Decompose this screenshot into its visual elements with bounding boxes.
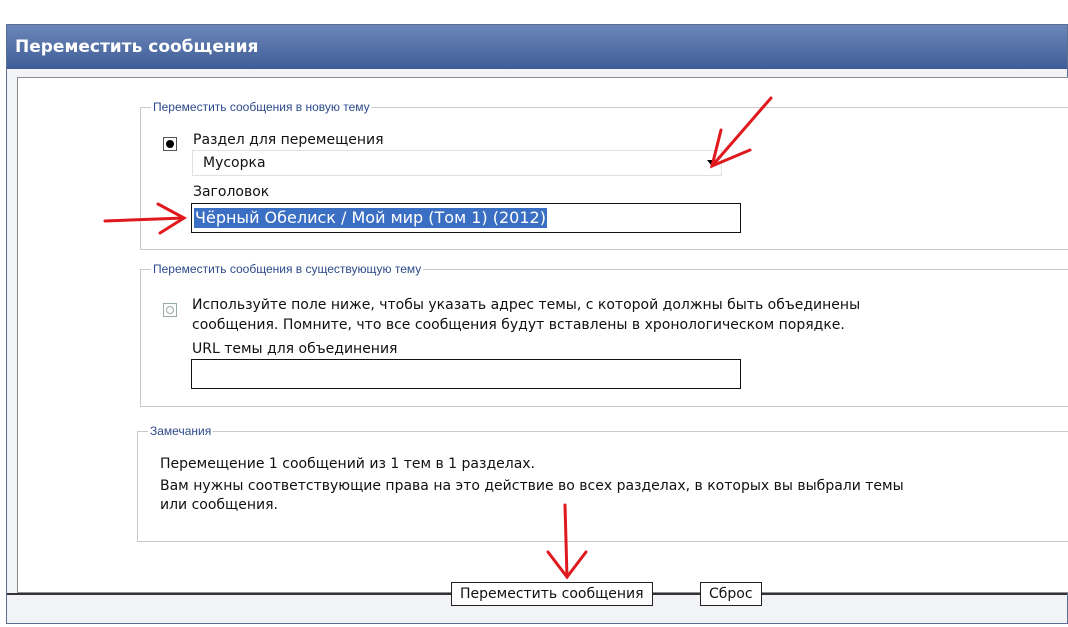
title-input[interactable]: Чёрный Обелиск / Мой мир (Том 1) (2012) <box>191 203 741 233</box>
chevron-down-icon <box>707 160 715 165</box>
radio-unselected-ring <box>166 306 174 314</box>
radio-selected-dot <box>166 140 174 148</box>
existing-topic-description-1: Используйте поле ниже, чтобы указать адр… <box>192 297 861 313</box>
existing-topic-description-2: сообщения. Помните, что все сообщения бу… <box>192 317 845 333</box>
section-label: Раздел для перемещения <box>193 132 384 148</box>
move-posts-button[interactable]: Переместить сообщения <box>451 582 653 606</box>
reset-button[interactable]: Сброс <box>700 582 762 606</box>
notes-line-2: Вам нужны соответствующие права на это д… <box>160 478 904 494</box>
notes-line-1: Перемещение 1 сообщений из 1 тем в 1 раз… <box>160 456 536 472</box>
notes-legend: Замечания <box>150 424 212 438</box>
url-input[interactable] <box>191 359 741 389</box>
existing-topic-legend: Переместить сообщения в существующую тем… <box>153 262 422 276</box>
title-input-value: Чёрный Обелиск / Мой мир (Том 1) (2012) <box>194 208 547 228</box>
section-select-value: Мусорка <box>203 155 266 171</box>
new-topic-legend: Переместить сообщения в новую тему <box>153 100 370 114</box>
section-select[interactable]: Мусорка <box>192 150 722 176</box>
existing-topic-radio[interactable] <box>163 303 177 317</box>
notes-line-3: или сообщения. <box>160 497 278 513</box>
new-topic-radio[interactable] <box>163 137 177 151</box>
title-label: Заголовок <box>193 184 270 200</box>
panel-title: Переместить сообщения <box>7 25 1067 69</box>
url-label: URL темы для объединения <box>192 341 398 357</box>
